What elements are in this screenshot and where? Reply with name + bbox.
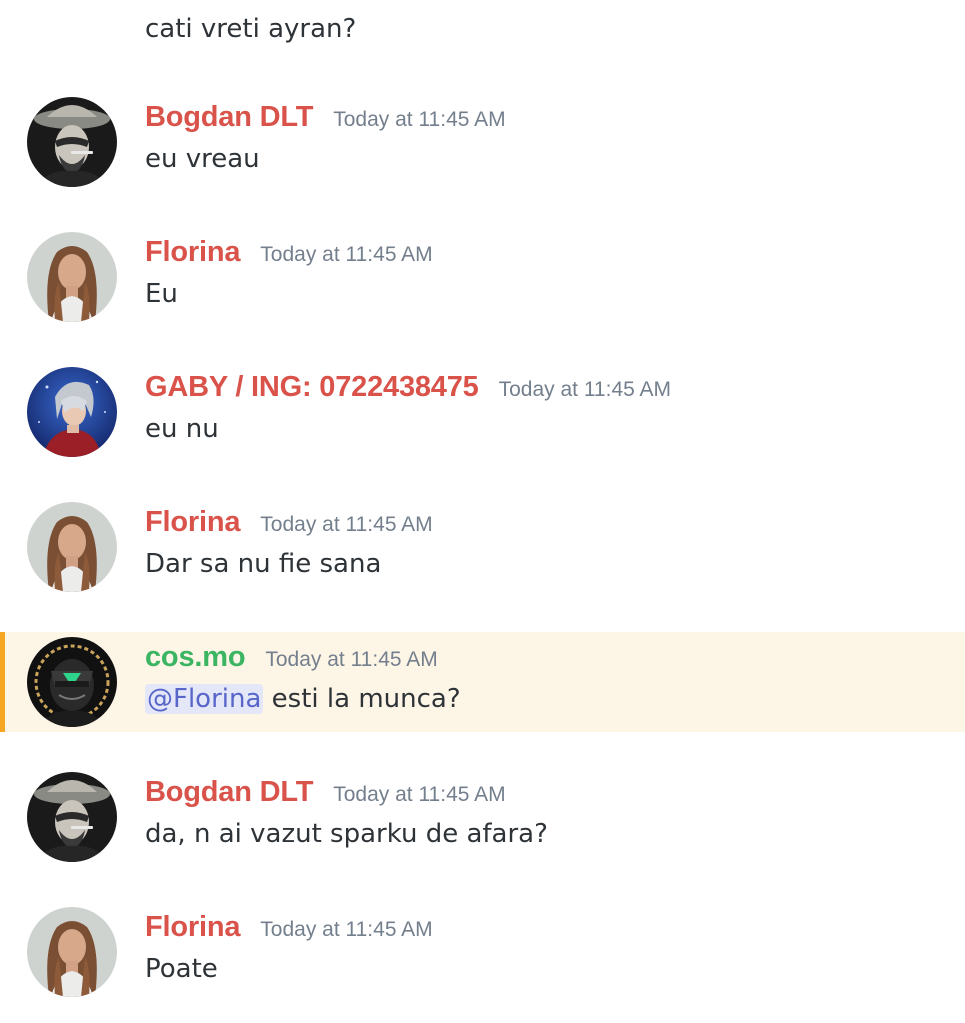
- message-content: Eu: [145, 279, 178, 309]
- message-item[interactable]: Bogdan DLT Today at 11:45 AM eu vreau: [0, 92, 965, 192]
- chat-messages: cati vreti ayran? Bogdan DLT Today at 11…: [0, 0, 965, 1023]
- username[interactable]: Florina: [145, 504, 240, 540]
- timestamp: Today at 11:45 AM: [498, 378, 671, 401]
- username[interactable]: Florina: [145, 909, 240, 945]
- timestamp: Today at 11:45 AM: [260, 513, 433, 536]
- message-content: Poate: [145, 954, 218, 984]
- message-header: GABY / ING: 0722438475 Today at 11:45 AM: [145, 369, 671, 405]
- message-content: da, n ai vazut sparku de afara?: [145, 819, 548, 849]
- message-header: Florina Today at 11:45 AM: [145, 234, 433, 270]
- timestamp: Today at 11:45 AM: [260, 918, 433, 941]
- user-mention[interactable]: @Florina: [145, 684, 264, 714]
- message-item[interactable]: GABY / ING: 0722438475 Today at 11:45 AM…: [0, 362, 965, 462]
- message-text: esti la munca?: [263, 684, 461, 714]
- username[interactable]: Bogdan DLT: [145, 99, 313, 135]
- username[interactable]: Florina: [145, 234, 240, 270]
- message-content: Dar sa nu fie sana: [145, 549, 382, 579]
- message-content: eu vreau: [145, 144, 260, 174]
- cosmo-avatar[interactable]: [27, 637, 117, 727]
- florina-avatar[interactable]: [27, 502, 117, 592]
- username[interactable]: Bogdan DLT: [145, 774, 313, 810]
- message-item-mentioned[interactable]: cos.mo Today at 11:45 AM @Florina esti l…: [0, 632, 965, 732]
- message-header: Florina Today at 11:45 AM: [145, 909, 433, 945]
- username[interactable]: cos.mo: [145, 639, 246, 675]
- message-content: @Florina esti la munca?: [145, 682, 461, 716]
- message-content: eu nu: [145, 414, 219, 444]
- message-continuation-text: cati vreti ayran?: [145, 14, 357, 44]
- username[interactable]: GABY / ING: 0722438475: [145, 369, 479, 405]
- florina-avatar[interactable]: [27, 232, 117, 322]
- message-header: cos.mo Today at 11:45 AM: [145, 639, 438, 675]
- message-item[interactable]: Florina Today at 11:45 AM Poate: [0, 902, 965, 1002]
- timestamp: Today at 11:45 AM: [265, 648, 438, 671]
- message-header: Bogdan DLT Today at 11:45 AM: [145, 774, 506, 810]
- timestamp: Today at 11:45 AM: [333, 108, 506, 131]
- bogdan-avatar[interactable]: [27, 772, 117, 862]
- timestamp: Today at 11:45 AM: [260, 243, 433, 266]
- message-item[interactable]: Bogdan DLT Today at 11:45 AM da, n ai va…: [0, 767, 965, 867]
- bogdan-avatar[interactable]: [27, 97, 117, 187]
- message-item[interactable]: Florina Today at 11:45 AM Dar sa nu fie …: [0, 497, 965, 597]
- florina-avatar[interactable]: [27, 907, 117, 997]
- gaby-avatar[interactable]: [27, 367, 117, 457]
- message-header: Bogdan DLT Today at 11:45 AM: [145, 99, 506, 135]
- message-item[interactable]: Florina Today at 11:45 AM Eu: [0, 227, 965, 327]
- timestamp: Today at 11:45 AM: [333, 783, 506, 806]
- mention-highlight-bar: [0, 632, 5, 732]
- message-header: Florina Today at 11:45 AM: [145, 504, 433, 540]
